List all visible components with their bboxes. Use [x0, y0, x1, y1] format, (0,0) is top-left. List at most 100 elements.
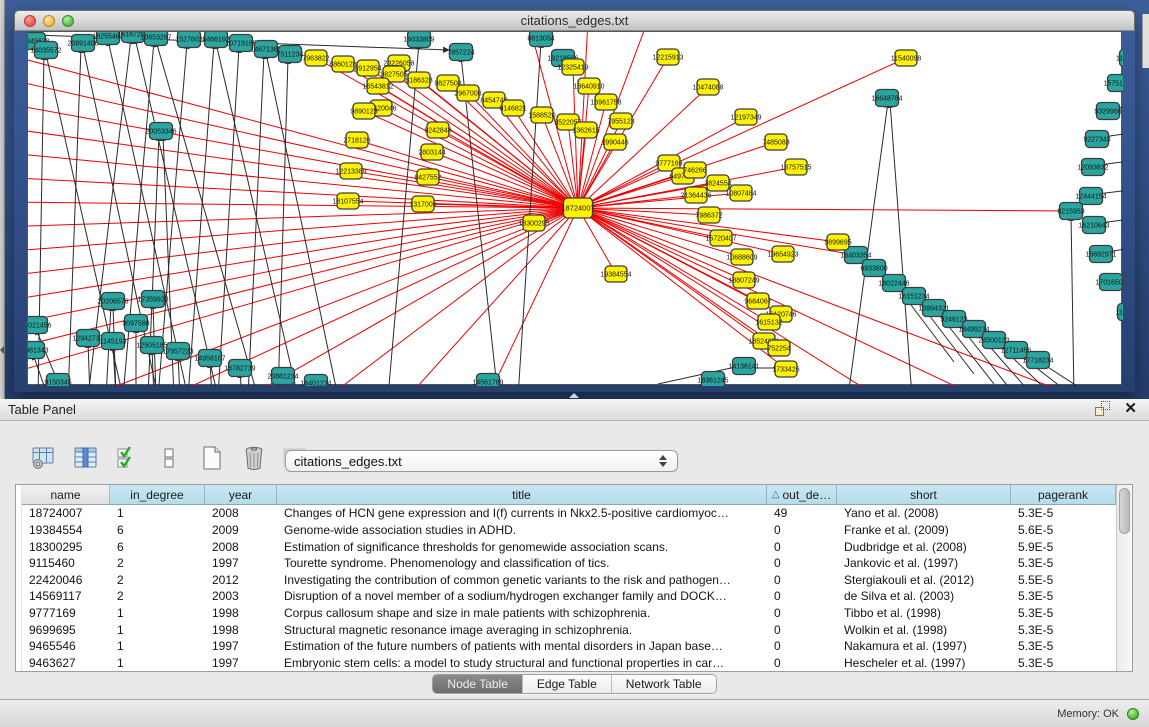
clear-selection-icon[interactable]	[154, 442, 186, 474]
network-node[interactable]: 1990446	[601, 134, 628, 150]
cell-name[interactable]: 9465546	[22, 638, 110, 655]
network-node[interactable]: 7857224	[447, 44, 474, 61]
network-node[interactable]: 2718126	[343, 132, 370, 148]
table-mode-icon[interactable]	[28, 442, 60, 474]
network-node[interactable]: 6933800	[860, 260, 887, 277]
cell-year[interactable]: 2012	[205, 571, 277, 588]
cell-name[interactable]: 9777169	[22, 605, 110, 622]
network-node[interactable]: 7511234	[277, 46, 304, 63]
cell-in_degree[interactable]: 2	[110, 571, 205, 588]
cell-pagerank[interactable]: 5.5E-5	[1011, 571, 1116, 588]
table-row[interactable]: 977716911998Corpus callosum shape and si…	[22, 605, 1116, 622]
edge[interactable]	[488, 208, 578, 386]
cell-pagerank[interactable]: 5.3E-5	[1011, 621, 1116, 638]
table-selector-dropdown[interactable]: citations_edges.txt	[285, 450, 678, 472]
tab-node-table[interactable]: Node Table	[433, 675, 523, 693]
network-node[interactable]: 12215913	[652, 49, 683, 65]
cell-out_de[interactable]: 0	[767, 605, 837, 622]
network-node[interactable]: 18724007	[561, 198, 594, 218]
network-node[interactable]: 20881234	[267, 368, 298, 385]
new-column-icon[interactable]	[196, 442, 228, 474]
cell-short[interactable]: Jankovic et al. (1997)	[837, 555, 1011, 572]
network-node[interactable]: 9150345	[44, 374, 71, 387]
network-node[interactable]: 18361245	[697, 372, 728, 387]
edge[interactable]	[28, 208, 578, 277]
cell-title[interactable]: Disruption of a novel member of a sodium…	[277, 588, 767, 605]
edge[interactable]	[278, 58, 288, 386]
cell-name[interactable]: 9463627	[22, 654, 110, 671]
cell-pagerank[interactable]: 5.3E-5	[1011, 588, 1116, 605]
cell-in_degree[interactable]: 2	[110, 555, 205, 572]
show-columns-icon[interactable]	[70, 442, 102, 474]
scrollbar-thumb[interactable]	[1119, 488, 1130, 534]
edge[interactable]	[578, 102, 606, 208]
network-node[interactable]: 1145193	[100, 333, 127, 350]
network-node[interactable]: 16401234	[300, 375, 331, 387]
tab-network-table[interactable]: Network Table	[612, 675, 716, 693]
column-header-short[interactable]: short	[837, 485, 1011, 504]
cell-title[interactable]: Embryonic stem cells: a model to study s…	[277, 654, 767, 671]
network-node[interactable]: 1733426	[772, 361, 799, 377]
cell-short[interactable]: Franke et al. (2009)	[837, 522, 1011, 539]
table-row[interactable]: 946554611997Estimation of the future num…	[22, 638, 1116, 655]
column-header-name[interactable]: name	[22, 485, 110, 504]
network-node[interactable]: 18107554	[332, 193, 363, 209]
column-header-pagerank[interactable]: pagerank	[1011, 485, 1116, 504]
network-node[interactable]: 12093832	[1077, 159, 1108, 176]
network-node[interactable]: 1362615	[572, 122, 599, 138]
cell-pagerank[interactable]: 5.3E-5	[1011, 505, 1116, 522]
table-row[interactable]: 946362711997Embryonic stem cells: a mode…	[22, 654, 1116, 671]
cell-year[interactable]: 1997	[205, 654, 277, 671]
cell-title[interactable]: Structural magnetic resonance image aver…	[277, 621, 767, 638]
cell-name[interactable]: 19384554	[22, 522, 110, 539]
cell-pagerank[interactable]: 5.9E-5	[1011, 538, 1116, 555]
close-panel-icon[interactable]: ✕	[1124, 401, 1137, 416]
network-node[interactable]: 2967008	[454, 85, 481, 101]
network-node[interactable]: 1167534	[1116, 304, 1123, 321]
cell-pagerank[interactable]: 5.3E-5	[1011, 654, 1116, 671]
network-node[interactable]: 9242848	[424, 122, 451, 138]
select-all-columns-icon[interactable]	[112, 442, 144, 474]
network-node[interactable]: 12444154	[1075, 188, 1106, 205]
cell-out_de[interactable]: 0	[767, 621, 837, 638]
cell-short[interactable]: Dudbridge et al. (2008)	[837, 538, 1011, 555]
network-node[interactable]: 12213389	[335, 163, 366, 179]
network-node[interactable]: 8912954	[354, 60, 381, 76]
window-titlebar[interactable]: citations_edges.txt	[14, 10, 1135, 31]
column-header-year[interactable]: year	[205, 485, 277, 504]
network-node[interactable]: 9899695	[824, 234, 851, 250]
splitter-handle-icon[interactable]	[569, 393, 579, 398]
table-row[interactable]: 1456911722003Disruption of a novel membe…	[22, 588, 1116, 605]
delete-column-icon[interactable]	[238, 442, 270, 474]
edge[interactable]	[188, 43, 214, 386]
cell-year[interactable]: 2003	[205, 588, 277, 605]
edge[interactable]	[28, 102, 578, 208]
network-node[interactable]: 17718234	[1022, 352, 1053, 369]
network-node[interactable]: 16543812	[362, 78, 393, 94]
network-node[interactable]: 2803144	[418, 144, 445, 160]
cell-out_de[interactable]: 49	[767, 505, 837, 522]
network-node[interactable]: 11540098	[891, 50, 922, 66]
network-node[interactable]: 14136141	[728, 358, 759, 375]
edge[interactable]	[578, 208, 1071, 211]
cell-short[interactable]: Nakamura et al. (1997)	[837, 638, 1011, 655]
network-node[interactable]: 19021456	[28, 317, 52, 334]
network-node[interactable]: 17359928	[137, 291, 168, 308]
network-node[interactable]: 16033809	[403, 32, 434, 48]
network-node[interactable]: 1527602	[175, 32, 202, 48]
network-node[interactable]: 20053346	[145, 123, 176, 140]
network-node[interactable]: 9890123	[350, 103, 377, 119]
network-node[interactable]: 7963822	[302, 50, 329, 66]
network-node[interactable]: 16648784	[871, 90, 902, 107]
column-header-title[interactable]: title	[277, 485, 767, 504]
edge[interactable]	[158, 43, 187, 386]
network-node[interactable]: 1317006	[409, 196, 436, 212]
edge[interactable]	[248, 53, 264, 386]
network-node[interactable]: 14561789	[472, 374, 503, 387]
cell-pagerank[interactable]: 5.3E-5	[1011, 555, 1116, 572]
float-window-icon[interactable]	[1095, 401, 1110, 416]
cell-in_degree[interactable]: 6	[110, 538, 205, 555]
network-node[interactable]: 11123456	[1116, 50, 1123, 67]
network-node[interactable]: 8860128	[329, 56, 356, 72]
cell-out_de[interactable]: 0	[767, 571, 837, 588]
